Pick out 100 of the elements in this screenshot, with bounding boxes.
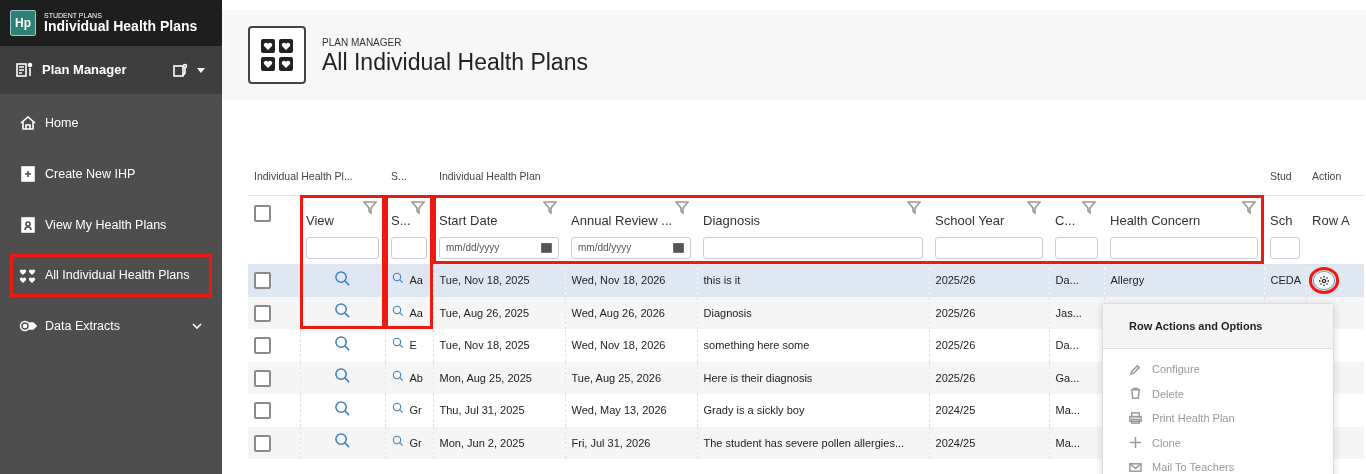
column-group-header: S...: [391, 170, 407, 183]
filter-field[interactable]: mm/dd/yyyy: [571, 236, 691, 259]
module-title: Plan Manager: [42, 61, 128, 80]
table-cell: 2025/26: [935, 339, 976, 351]
printer-icon: [1129, 411, 1143, 425]
student-name: Ab: [409, 371, 423, 384]
page-overline: PLAN MANAGER: [322, 35, 403, 50]
table-cell: 2024/25: [935, 436, 976, 449]
table-cell: Tue, Aug 26, 2025: [439, 306, 529, 319]
table-cell: 2024/25: [935, 404, 976, 416]
table-cell: Wed, Nov 18, 2026: [571, 339, 666, 351]
table-cell: something here some: [703, 339, 810, 351]
column-header: S...: [391, 212, 411, 228]
column-header: Row A: [1312, 212, 1350, 228]
plus-icon: [1129, 436, 1143, 450]
column-group-header: Individual Health Plan: [439, 170, 541, 183]
search-icon[interactable]: [334, 432, 351, 449]
table-cell: Here is their diagnosis: [703, 371, 813, 384]
column-header: School Year: [935, 212, 1005, 228]
sidebar-item[interactable]: Home: [10, 102, 212, 145]
filter-field[interactable]: [935, 236, 1043, 259]
filter-field[interactable]: [1055, 236, 1098, 259]
table-cell: Da...: [1055, 274, 1079, 287]
table-cell: Tue, Nov 18, 2025: [439, 274, 530, 287]
student-name: Gr: [409, 404, 422, 416]
sidebar-item[interactable]: View My Health Plans: [10, 203, 212, 247]
student-name: Aa: [409, 274, 423, 287]
table-cell: 2025/26: [935, 274, 976, 287]
column-header: Health Concern: [1110, 212, 1201, 228]
select-all-checkbox[interactable]: [254, 205, 271, 223]
row-checkbox[interactable]: [254, 304, 271, 322]
column-header: Sch: [1270, 212, 1293, 228]
filter-field[interactable]: [306, 236, 379, 259]
row-checkbox[interactable]: [254, 402, 271, 420]
table-cell: Wed, May 13, 2026: [571, 404, 667, 416]
table-cell: Ga...: [1055, 371, 1080, 384]
table-cell: Allergy: [1110, 274, 1145, 287]
app-title: Individual Health Plans: [44, 18, 198, 35]
student-name: E: [409, 339, 417, 351]
search-icon[interactable]: [334, 399, 351, 417]
table-cell: Mon, Jun 2, 2025: [439, 436, 525, 449]
menu-title: Row Actions and Options: [1103, 303, 1334, 349]
table-cell: The student has severe pollen allergies...: [703, 436, 905, 449]
table-cell: Wed, Aug 26, 2026: [571, 306, 665, 319]
search-icon[interactable]: [391, 434, 404, 447]
table-cell: Tue, Aug 25, 2026: [571, 371, 661, 384]
filter-field[interactable]: [391, 236, 427, 259]
row-checkbox[interactable]: [254, 272, 271, 290]
student-name: Aa: [409, 306, 423, 319]
search-icon[interactable]: [334, 367, 351, 384]
clipboard-person-icon: [19, 215, 37, 234]
column-header: View: [306, 212, 334, 228]
search-icon[interactable]: [334, 334, 351, 352]
table-cell: CEDA: [1270, 274, 1302, 287]
table-cell: Mon, Aug 25, 2025: [439, 371, 532, 384]
row-checkbox[interactable]: [254, 369, 271, 387]
table-cell: Ma...: [1055, 404, 1080, 416]
search-icon[interactable]: [391, 272, 404, 285]
sidebar-item[interactable]: All Individual Health Plans: [10, 254, 212, 297]
clipboard-list-icon: [16, 61, 34, 79]
filter-field[interactable]: [703, 236, 923, 259]
search-icon[interactable]: [334, 302, 351, 319]
search-icon[interactable]: [391, 304, 404, 317]
row-checkbox[interactable]: [254, 337, 271, 355]
column-header: C...: [1055, 212, 1076, 228]
caret-icon: [196, 65, 206, 75]
hearts-grid-icon: [248, 26, 306, 84]
search-icon[interactable]: [391, 369, 404, 382]
page-title: All Individual Health Plans: [322, 49, 588, 76]
table-cell: Fri, Jul 31, 2026: [571, 436, 651, 449]
table-cell: Jas...: [1055, 306, 1082, 319]
table-cell: Wed, Nov 18, 2026: [571, 274, 666, 287]
filter-field[interactable]: [1270, 236, 1301, 259]
search-icon[interactable]: [391, 337, 404, 349]
table-cell: Ma...: [1055, 436, 1080, 449]
trash-icon: [1129, 387, 1143, 401]
table-cell: Thu, Jul 31, 2025: [439, 404, 525, 416]
row-checkbox[interactable]: [254, 434, 271, 452]
table-cell: 2025/26: [935, 371, 976, 384]
table-cell: Tue, Nov 18, 2025: [439, 339, 530, 351]
student-name: Gr: [409, 436, 422, 449]
column-header: Diagnosis: [703, 212, 761, 228]
table-cell: Diagnosis: [703, 306, 752, 319]
table-cell: Da...: [1055, 339, 1079, 351]
module-switcher-button[interactable]: [172, 62, 206, 78]
table-row[interactable]: Aa Tue, Nov 18, 2025 Wed, Nov 18, 2026 this is it 2025/26 Da... Allergy CEDA: [248, 264, 1365, 297]
column-group-header: Action: [1312, 170, 1342, 183]
filter-field[interactable]: mm/dd/yyyy: [439, 236, 559, 259]
column-header: Start Date: [439, 212, 498, 228]
column-group-header: Individual Health Pl...: [254, 170, 353, 183]
sidebar-item[interactable]: Create New IHP: [10, 152, 212, 196]
table-cell: 2025/26: [935, 306, 976, 319]
search-icon[interactable]: [334, 269, 351, 287]
sidebar-item[interactable]: Data Extracts: [10, 305, 212, 348]
table-cell: Grady is a sickly boy: [703, 404, 805, 416]
pencil-icon: [1129, 362, 1143, 376]
gear-icon: [1317, 274, 1330, 287]
search-icon[interactable]: [391, 402, 404, 414]
filter-field[interactable]: [1110, 236, 1259, 259]
app-logo: Hp: [10, 10, 36, 36]
